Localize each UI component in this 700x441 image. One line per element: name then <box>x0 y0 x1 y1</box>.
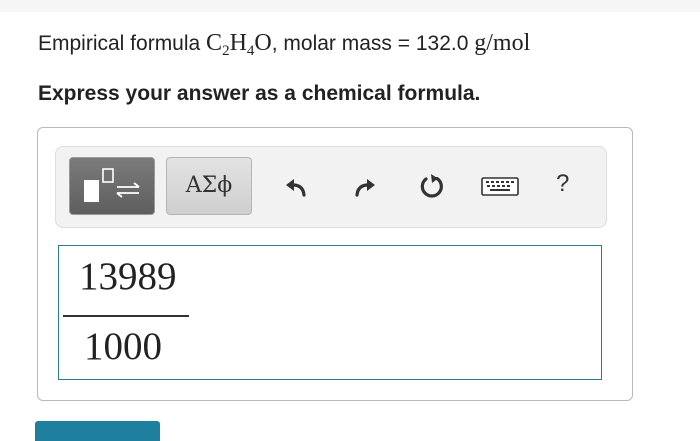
templates-button[interactable] <box>69 157 155 215</box>
redo-icon[interactable] <box>351 172 379 200</box>
reset-icon[interactable] <box>418 172 446 200</box>
fraction-bar <box>63 315 189 317</box>
submit-button[interactable] <box>35 421 160 441</box>
templates-icon <box>84 168 140 202</box>
fraction-denominator: 1000 <box>84 325 162 368</box>
keyboard-icon[interactable] <box>481 172 519 200</box>
undo-icon[interactable] <box>282 172 310 200</box>
question-prefix: Empirical formula <box>38 32 207 55</box>
answer-instruction: Express your answer as a chemical formul… <box>38 82 481 105</box>
top-strip <box>0 0 700 12</box>
molar-mass-unit: g/mol <box>474 30 531 56</box>
help-button[interactable]: ? <box>556 170 569 198</box>
question-middle: , molar mass = 132.0 <box>271 32 475 55</box>
question-text: Empirical formula C2H4O, molar mass = 13… <box>38 30 531 59</box>
symbols-label: ΑΣϕ <box>185 173 233 198</box>
empirical-formula: C2H4O <box>206 30 272 59</box>
help-icon: ? <box>556 170 570 197</box>
fraction-numerator: 13989 <box>79 255 177 298</box>
symbols-button[interactable]: ΑΣϕ <box>166 157 252 215</box>
